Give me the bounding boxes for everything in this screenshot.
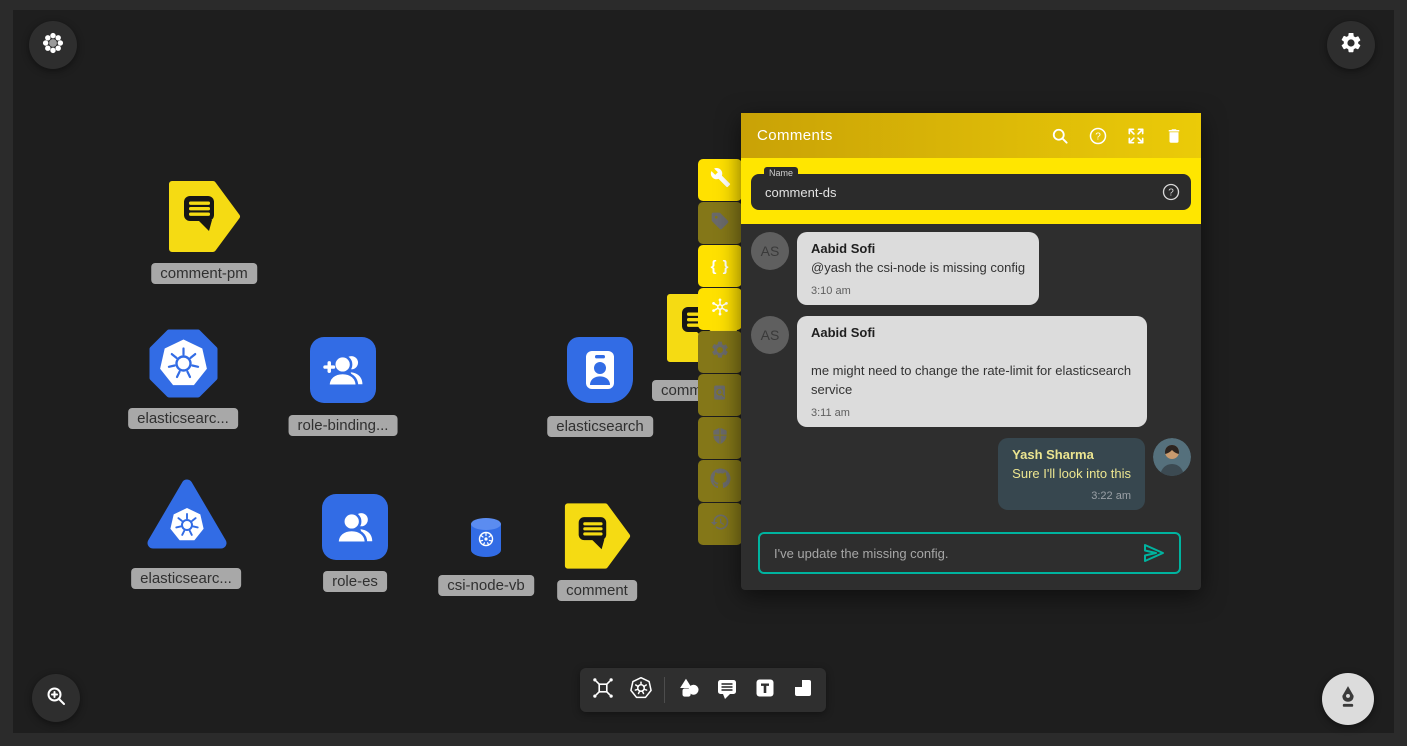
node-name-section: Name ? <box>741 158 1201 224</box>
doc-scan-icon <box>710 383 730 408</box>
flower-menu-icon <box>40 30 66 61</box>
node-label: role-binding... <box>289 415 398 436</box>
toolbar-hub-button[interactable] <box>698 288 742 330</box>
expand-button[interactable] <box>1125 125 1147 147</box>
svg-text:?: ? <box>1095 131 1101 142</box>
svg-text:?: ? <box>1168 188 1174 199</box>
comment-input[interactable] <box>774 546 1141 561</box>
node-label: comment <box>557 580 637 601</box>
toolbar-divider <box>664 677 665 703</box>
hub-mesh-icon <box>709 296 731 323</box>
message-bubble: Aabid Sofi me might need to change the r… <box>797 316 1147 427</box>
toolbar-wrench-button[interactable] <box>698 159 742 201</box>
node-label: elasticsearc... <box>131 568 241 589</box>
toolbar-tag-button[interactable] <box>698 202 742 244</box>
braces-icon: { } <box>711 258 730 275</box>
node-csi-node-cylinder[interactable] <box>469 517 503 564</box>
media-icon <box>791 676 815 705</box>
toolbar-gear-button[interactable] <box>698 331 742 373</box>
name-help-icon[interactable]: ? <box>1161 182 1181 202</box>
message-time: 3:10 am <box>811 285 1025 297</box>
wrench-icon <box>710 167 731 193</box>
name-field-label: Name <box>764 167 798 179</box>
message-text: @yash the csi-node is missing config <box>811 259 1025 278</box>
message-bubble: Yash Sharma Sure I'll look into this 3:2… <box>998 438 1145 511</box>
zoom-in-icon <box>44 684 68 713</box>
comment-tool-button[interactable] <box>712 675 742 705</box>
send-button[interactable] <box>1141 540 1167 566</box>
node-label: comm <box>652 380 702 401</box>
avatar: AS <box>751 232 789 270</box>
message-row: Yash Sharma Sure I'll look into this 3:2… <box>751 438 1191 511</box>
component-side-toolbar: { } <box>698 159 742 545</box>
settings-button[interactable] <box>1327 21 1375 69</box>
comments-panel: Comments ? Name ? AS Aabid Sofi @yash th… <box>741 113 1201 590</box>
toolbar-shield-button[interactable] <box>698 417 742 459</box>
component-circuit-button[interactable] <box>588 675 618 705</box>
shapes-button[interactable] <box>674 675 704 705</box>
text-tool-button[interactable] <box>750 675 780 705</box>
message-author: Yash Sharma <box>1012 447 1131 462</box>
component-circuit-icon <box>590 675 616 706</box>
toolbar-doc-scan-button[interactable] <box>698 374 742 416</box>
message-text: me might need to change the rate-limit f… <box>811 362 1133 400</box>
panel-title: Comments <box>757 127 1033 144</box>
node-elasticsearch-badge[interactable] <box>567 337 633 403</box>
github-icon <box>710 468 731 494</box>
app-stage: comment-pm elasticsearc... role-binding.… <box>0 0 1407 746</box>
kubernetes-button[interactable] <box>626 675 656 705</box>
comment-thread: AS Aabid Sofi @yash the csi-node is miss… <box>741 224 1201 530</box>
node-elasticsearch-triangle[interactable] <box>146 478 228 559</box>
node-comment[interactable] <box>564 500 631 577</box>
shapes-icon <box>676 675 702 706</box>
node-role-binding[interactable] <box>310 337 376 403</box>
node-elasticsearch-octagon[interactable] <box>148 328 219 404</box>
message-author: Aabid Sofi <box>811 241 1025 256</box>
text-icon <box>753 676 777 705</box>
shield-icon <box>710 426 730 451</box>
media-tool-button[interactable] <box>788 675 818 705</box>
message-row: AS Aabid Sofi me might need to change th… <box>751 316 1191 427</box>
pen-tool-button[interactable] <box>1322 673 1374 725</box>
message-row: AS Aabid Sofi @yash the csi-node is miss… <box>751 232 1191 305</box>
node-label: elasticsearc... <box>128 408 238 429</box>
history-icon <box>710 512 730 537</box>
node-label: comment-pm <box>151 263 257 284</box>
message-author: Aabid Sofi <box>811 325 1133 340</box>
message-time: 3:11 am <box>811 407 1133 419</box>
message-bubble: Aabid Sofi @yash the csi-node is missing… <box>797 232 1039 305</box>
node-comment-pm[interactable] <box>168 180 241 258</box>
comment-icon <box>715 676 739 705</box>
gear-icon <box>710 340 730 365</box>
pen-nib-icon <box>1335 684 1361 715</box>
message-time: 3:22 am <box>1012 490 1131 502</box>
help-button[interactable]: ? <box>1087 125 1109 147</box>
message-text: Sure I'll look into this <box>1012 465 1131 484</box>
toolbar-github-button[interactable] <box>698 460 742 502</box>
search-button[interactable] <box>1049 125 1071 147</box>
zoom-in-button[interactable] <box>32 674 80 722</box>
node-label: role-es <box>323 571 387 592</box>
avatar: AS <box>751 316 789 354</box>
delete-button[interactable] <box>1163 125 1185 147</box>
canvas-bottom-toolbar <box>580 668 826 712</box>
avatar-photo <box>1153 438 1191 476</box>
comment-composer[interactable] <box>758 532 1181 574</box>
node-label: csi-node-vb <box>438 575 534 596</box>
tag-icon <box>710 211 730 236</box>
toolbar-history-button[interactable] <box>698 503 742 545</box>
kubernetes-icon <box>628 675 654 706</box>
comments-panel-header[interactable]: Comments ? <box>741 113 1201 158</box>
node-label: elasticsearch <box>547 416 653 437</box>
name-input[interactable] <box>751 174 1191 210</box>
node-role-es[interactable] <box>322 494 388 560</box>
settings-gear-icon <box>1339 31 1363 60</box>
app-menu-button[interactable] <box>29 21 77 69</box>
toolbar-braces-button[interactable]: { } <box>698 245 742 287</box>
